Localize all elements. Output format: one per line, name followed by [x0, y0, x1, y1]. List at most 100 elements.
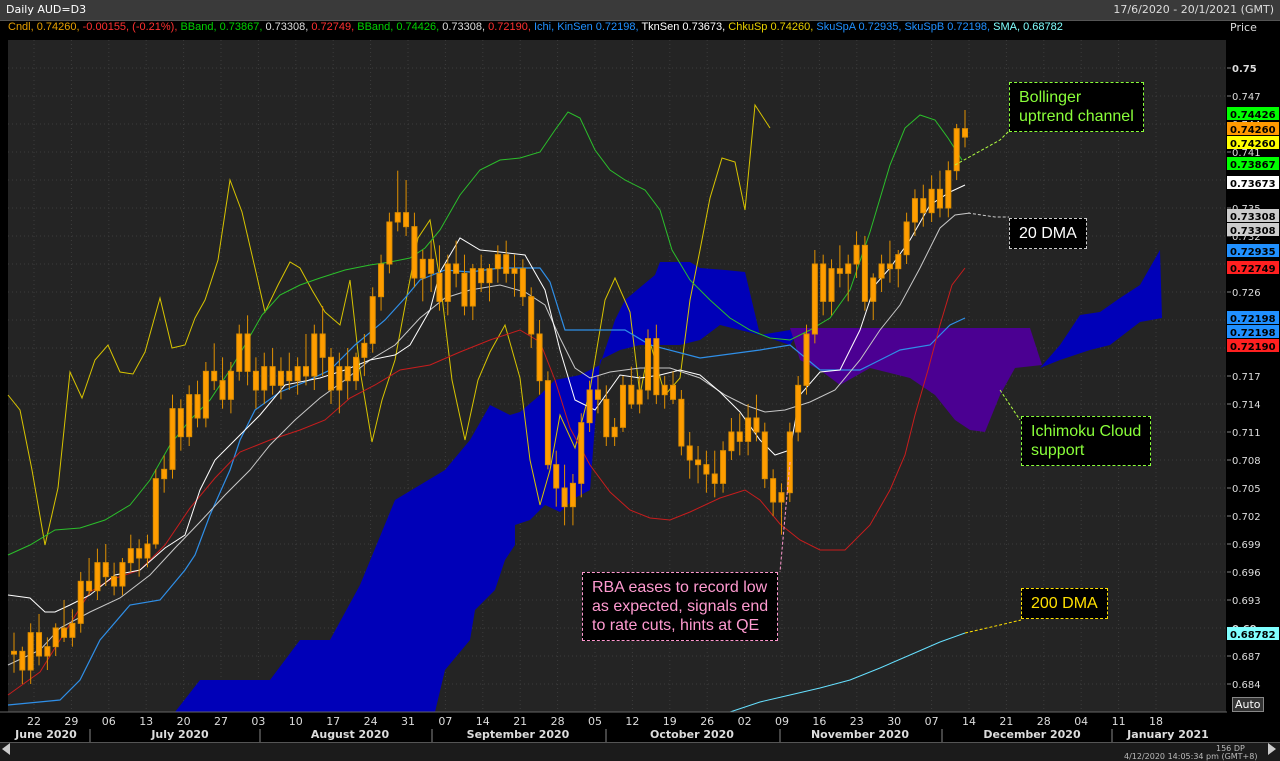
price-badge-label: 0.73867: [1230, 160, 1276, 171]
month-label: January 2021: [1126, 728, 1209, 741]
candle-body: [277, 370, 284, 386]
status-footer: 156 DP 4/12/2020 14:05:34 pm (GMT+8): [0, 742, 1280, 761]
candle-body: [453, 263, 460, 274]
price-badge-label: 0.72935: [1230, 247, 1276, 258]
candle-body: [44, 646, 51, 657]
candle-body: [486, 268, 493, 284]
day-tick-label: 23: [850, 715, 864, 728]
day-tick-label: 21: [513, 715, 527, 728]
candle-body: [820, 263, 827, 302]
price-badge-label: 0.74260: [1230, 139, 1276, 150]
candle-body: [578, 422, 585, 484]
price-badge-label: 0.72190: [1230, 342, 1276, 353]
day-tick-label: 05: [588, 715, 602, 728]
day-tick-label: 19: [663, 715, 677, 728]
day-tick-label: 02: [738, 715, 752, 728]
scroll-left-icon[interactable]: [2, 743, 10, 755]
price-tick-label: 0.702: [1232, 512, 1261, 523]
candle-body: [261, 366, 268, 391]
candle-body: [444, 263, 451, 302]
auto-scale-button[interactable]: Auto: [1232, 697, 1264, 712]
candle-body: [636, 389, 643, 405]
month-label: October 2020: [650, 728, 734, 741]
candle-body: [152, 478, 159, 545]
candle-body: [319, 333, 326, 358]
price-badge-label: 0.72198: [1230, 328, 1276, 339]
month-label: June 2020: [14, 728, 77, 741]
candle-body: [603, 398, 610, 438]
candle-body: [720, 450, 727, 484]
candle-body: [670, 384, 677, 400]
candle-body: [928, 188, 935, 214]
candle-body: [77, 580, 84, 624]
price-badge-label: 0.73673: [1230, 179, 1276, 190]
candle-body: [252, 370, 259, 391]
candle-body: [536, 333, 543, 382]
candle-body: [745, 417, 752, 442]
candle-body: [753, 417, 760, 433]
price-tick-label: 0.699: [1232, 540, 1261, 551]
candle-body: [394, 212, 401, 223]
day-tick-label: 17: [326, 715, 340, 728]
candle-body: [111, 576, 118, 587]
candle-body: [920, 198, 927, 214]
candle-body: [569, 482, 576, 508]
candle-body: [503, 254, 510, 274]
day-tick-label: 04: [1074, 715, 1088, 728]
candle-body: [553, 464, 560, 489]
candle-body: [244, 333, 251, 372]
candle-body: [302, 366, 309, 377]
price-badge-label: 0.74426: [1230, 110, 1276, 121]
candle-body: [711, 473, 718, 484]
candle-body: [886, 263, 893, 270]
candle-body: [661, 384, 668, 396]
candle-body: [52, 627, 59, 648]
candle-body: [761, 431, 768, 480]
candle-body: [945, 170, 952, 209]
candle-body: [119, 562, 126, 587]
price-tick-label: 0.726: [1232, 288, 1261, 299]
dma200-annotation: 200 DMA: [1021, 588, 1108, 619]
candle-body: [586, 389, 593, 424]
candle-body: [770, 478, 777, 503]
candle-body: [186, 394, 193, 438]
candle-body: [411, 226, 418, 279]
candle-body: [936, 188, 943, 209]
month-label: December 2020: [983, 728, 1081, 741]
day-tick-label: 11: [1112, 715, 1126, 728]
candle-body: [645, 338, 651, 391]
price-tick-label: 0.687: [1232, 652, 1261, 663]
day-tick-label: 12: [625, 715, 639, 728]
price-badge-label: 0.74260: [1230, 125, 1276, 136]
day-tick-label: 16: [812, 715, 826, 728]
day-tick-label: 06: [102, 715, 116, 728]
candle-body: [686, 445, 693, 461]
candle-body: [386, 221, 393, 265]
day-tick-label: 18: [1149, 715, 1163, 728]
day-tick-label: 26: [700, 715, 714, 728]
day-tick-label: 03: [251, 715, 265, 728]
day-tick-label: 07: [438, 715, 452, 728]
candle-body: [803, 333, 810, 386]
candle-body: [878, 263, 885, 279]
candle-body: [227, 370, 234, 400]
day-tick-label: 27: [214, 715, 228, 728]
candle-body: [353, 356, 360, 382]
price-badge-label: 0.73308: [1230, 212, 1276, 223]
month-label: September 2020: [467, 728, 570, 741]
price-tick-label: 0.684: [1232, 680, 1261, 691]
candle-body: [461, 272, 468, 307]
month-label: November 2020: [811, 728, 909, 741]
candle-body: [219, 380, 226, 400]
scroll-right-icon[interactable]: [1268, 743, 1276, 755]
candle-body: [336, 366, 343, 391]
candle-body: [194, 394, 201, 419]
day-tick-label: 31: [401, 715, 415, 728]
candle-body: [870, 277, 877, 302]
candle-body: [962, 128, 968, 138]
day-tick-label: 29: [64, 715, 78, 728]
candle-body: [795, 384, 802, 433]
price-tick-label: 0.708: [1232, 456, 1261, 467]
candle-body: [778, 492, 785, 503]
candle-body: [211, 370, 218, 382]
